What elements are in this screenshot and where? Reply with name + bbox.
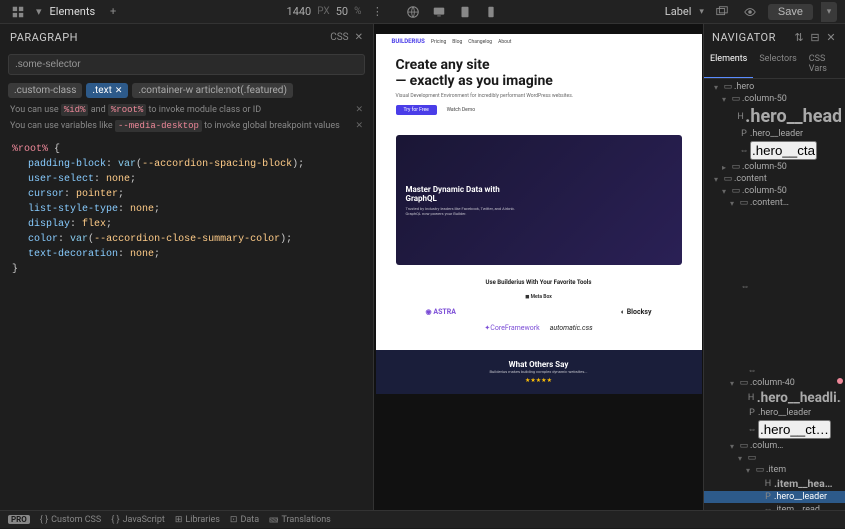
tab-elements[interactable]: Elements	[704, 50, 753, 78]
tree-row[interactable]: ▾▭	[704, 452, 845, 464]
viewport-width[interactable]: 1440	[287, 5, 312, 18]
tree-row[interactable]: H.item__hea…	[704, 476, 845, 491]
tree-row[interactable]: ▾▭.colum…	[704, 440, 845, 452]
tablet-icon[interactable]	[455, 2, 475, 22]
desktop-icon[interactable]	[429, 2, 449, 22]
tree-row[interactable]: ▾▭.item	[704, 464, 845, 476]
navigator-title: NAVIGATOR	[712, 31, 776, 44]
tree-row[interactable]: ▾▭.hero	[704, 81, 845, 93]
canvas[interactable]: BUILDERIUS Pricing Blog Changelog About …	[374, 24, 703, 510]
tree-row[interactable]: P.hero__leader	[704, 491, 845, 503]
globe-icon[interactable]	[403, 2, 423, 22]
tree-row[interactable]: P.hero__leader	[704, 407, 845, 419]
tree-row[interactable]: ▾▭.content	[704, 173, 845, 185]
tab-selectors[interactable]: Selectors	[753, 50, 802, 78]
element-tree[interactable]: ▾▭.hero▾▭.column-50H.hero__headlineP.her…	[704, 79, 845, 510]
preview-frame: BUILDERIUS Pricing Blog Changelog About …	[376, 34, 702, 394]
bottombar: PRO { } Custom CSS { } JavaScript ⊞ Libr…	[0, 510, 845, 528]
elements-label[interactable]: Elements	[50, 5, 96, 18]
chevron-down-icon[interactable]: ▾	[699, 7, 704, 17]
selector-pill[interactable]: .container-w article:not(.featured)	[132, 83, 293, 98]
tree-row[interactable]: ⇔.item__read…	[704, 503, 845, 510]
tree-row[interactable]: ▸▭.column-50	[704, 161, 845, 173]
data-tab[interactable]: ⊡ Data	[230, 515, 259, 525]
topbar: ▾ Elements + 1440 PX 50 % ⋮ Label ▾ Save…	[0, 0, 845, 24]
custom-css-tab[interactable]: { } Custom CSS	[40, 515, 101, 525]
close-navigator-icon[interactable]: ✕	[825, 31, 837, 43]
tree-row[interactable]: ⇔	[704, 364, 845, 377]
selector-pill[interactable]: .custom-class	[8, 83, 82, 98]
save-dropdown-icon[interactable]: ▾	[821, 2, 837, 22]
close-panel-icon[interactable]: ✕	[355, 32, 363, 43]
app-menu-icon[interactable]	[8, 2, 28, 22]
libraries-tab[interactable]: ⊞ Libraries	[175, 515, 220, 525]
hint-row: You can use variables like --media-deskt…	[0, 118, 373, 134]
tree-row[interactable]: ▾▭.column-50	[704, 185, 845, 197]
tab-cssvars[interactable]: CSS Vars	[803, 50, 845, 78]
selector-pill[interactable]: .text✕	[86, 83, 128, 98]
overlay-icon[interactable]	[712, 2, 732, 22]
selector-input[interactable]	[8, 54, 365, 75]
selector-pills: .custom-class .text✕ .container-w article:…	[0, 79, 373, 102]
zoom-unit: %	[354, 6, 361, 17]
hint-close-icon[interactable]: ✕	[355, 121, 363, 131]
hint-row: You can use %id% and %root% to invoke mo…	[0, 102, 373, 118]
preview-logo: BUILDERIUS	[392, 38, 425, 45]
tree-row[interactable]: H.hero__headli…	[704, 389, 845, 407]
add-element-icon[interactable]: +	[103, 2, 123, 22]
hint-close-icon[interactable]: ✕	[355, 105, 363, 115]
more-icon[interactable]: ⋮	[367, 2, 387, 22]
tree-row[interactable]: ▾▭.column-50	[704, 93, 845, 105]
tree-row[interactable]: ▾▭.column-40	[704, 377, 845, 389]
save-button[interactable]: Save	[768, 4, 813, 20]
css-toggle[interactable]: CSS	[330, 32, 348, 43]
viewport-unit: PX	[317, 6, 329, 17]
expand-icon[interactable]: ⇅	[793, 31, 805, 43]
javascript-tab[interactable]: { } JavaScript	[111, 515, 165, 525]
settings-icon[interactable]: ⊟	[809, 31, 821, 43]
pro-badge: PRO	[8, 515, 30, 524]
tree-row[interactable]: ⇔.hero__cta	[704, 140, 845, 161]
pill-close-icon[interactable]: ✕	[115, 86, 123, 96]
navigator-tabs: Elements Selectors CSS Vars	[704, 50, 845, 79]
chevron-down-icon[interactable]: ▾	[36, 5, 42, 18]
zoom-value[interactable]: 50	[336, 5, 348, 18]
tree-row[interactable]: P.hero__leader	[704, 128, 845, 140]
tree-row[interactable]: ⇔.hero__ct…	[704, 419, 845, 440]
css-panel: PARAGRAPH CSS ✕ .custom-class .text✕ .cont…	[0, 24, 374, 510]
label-dropdown[interactable]: Label	[665, 5, 692, 18]
tree-row[interactable]: ▾▭.content…	[704, 197, 845, 209]
tree-row[interactable]: H.hero__headline	[704, 105, 845, 128]
panel-title: PARAGRAPH	[10, 31, 78, 44]
css-editor[interactable]: %root% {padding-block: var(--accordion-s…	[0, 134, 373, 510]
tree-row[interactable]: ⇔.video-w…	[704, 209, 845, 364]
translations-tab[interactable]: 🝙 Translations	[269, 511, 331, 529]
navigator-panel: NAVIGATOR ⇅ ⊟ ✕ Elements Selectors CSS V…	[703, 24, 845, 510]
eye-icon[interactable]	[740, 2, 760, 22]
mobile-icon[interactable]	[481, 2, 501, 22]
